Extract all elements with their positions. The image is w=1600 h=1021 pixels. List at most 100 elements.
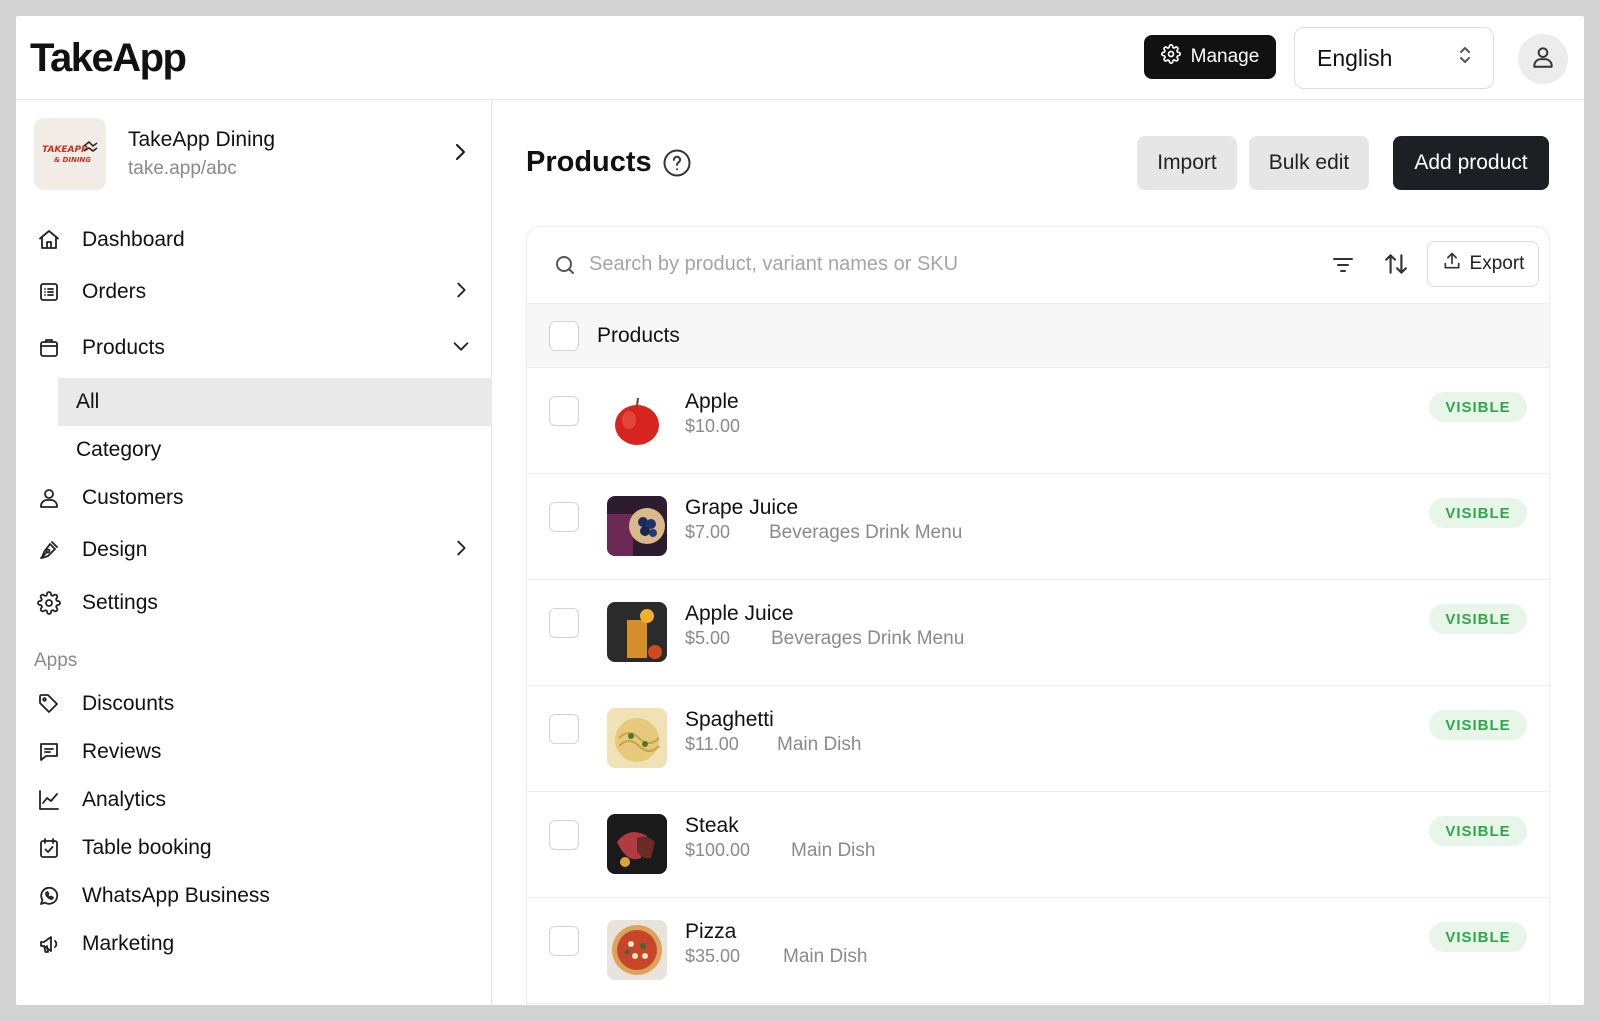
chevron-right-icon bbox=[448, 140, 472, 169]
user-avatar[interactable] bbox=[1518, 34, 1568, 84]
product-name: Apple Juice bbox=[685, 602, 794, 625]
product-category: Main Dish bbox=[783, 946, 868, 967]
search-bar: Search by product, variant names or SKU … bbox=[527, 227, 1549, 304]
sidebar-item-marketing[interactable]: Marketing bbox=[16, 922, 492, 966]
product-name: Apple bbox=[685, 390, 739, 413]
product-price: $10.00 bbox=[685, 416, 741, 436]
status-badge: VISIBLE bbox=[1429, 710, 1527, 740]
sidebar-subitem-all[interactable]: All bbox=[58, 378, 492, 426]
product-price: $5.00 bbox=[685, 628, 731, 648]
select-all-checkbox[interactable] bbox=[549, 321, 579, 351]
chevron-right-icon bbox=[450, 279, 472, 306]
sidebar-item-table-booking[interactable]: Table booking bbox=[16, 826, 492, 870]
megaphone-icon bbox=[36, 931, 62, 957]
product-price: $7.00 bbox=[685, 522, 731, 542]
sidebar-item-label: Analytics bbox=[82, 788, 167, 811]
export-label: Export bbox=[1469, 253, 1525, 274]
status-badge: VISIBLE bbox=[1429, 392, 1527, 422]
product-price: $11.00 bbox=[685, 734, 739, 754]
sidebar-item-design[interactable]: Design bbox=[16, 528, 492, 572]
product-category: Beverages Drink Menu bbox=[769, 522, 963, 543]
product-row[interactable]: Apple Juice $5.00 Beverages Drink Menu V… bbox=[527, 580, 1549, 686]
export-button[interactable]: Export bbox=[1427, 241, 1539, 287]
row-checkbox[interactable] bbox=[549, 926, 579, 956]
user-icon bbox=[1530, 44, 1556, 75]
product-name: Steak bbox=[685, 814, 739, 837]
home-icon bbox=[36, 227, 62, 253]
sort-icon[interactable] bbox=[1383, 251, 1409, 282]
products-card: Search by product, variant names or SKU … bbox=[526, 226, 1550, 1005]
whatsapp-icon bbox=[36, 883, 62, 909]
import-button[interactable]: Import bbox=[1137, 136, 1237, 190]
sidebar-item-label: Design bbox=[82, 538, 148, 561]
filter-icon[interactable] bbox=[1331, 253, 1355, 282]
language-value: English bbox=[1317, 44, 1393, 71]
sidebar-item-settings[interactable]: Settings bbox=[16, 581, 492, 625]
product-row[interactable]: Steak $100.00 Main Dish VISIBLE bbox=[527, 792, 1549, 898]
status-badge: VISIBLE bbox=[1429, 604, 1527, 634]
row-checkbox[interactable] bbox=[549, 608, 579, 638]
list-header: Products bbox=[527, 304, 1549, 368]
sidebar-item-label: Table booking bbox=[82, 836, 212, 859]
row-checkbox[interactable] bbox=[549, 820, 579, 850]
svg-text:TAKEAPP: TAKEAPP bbox=[42, 145, 88, 155]
top-bar: TakeApp Manage English bbox=[16, 16, 1584, 100]
upload-icon bbox=[1442, 251, 1462, 277]
language-select[interactable]: English bbox=[1294, 27, 1494, 89]
svg-text:& DINING: & DINING bbox=[54, 156, 91, 164]
tag-icon bbox=[36, 691, 62, 717]
product-price: $35.00 bbox=[685, 946, 741, 966]
sidebar-item-label: Orders bbox=[82, 280, 147, 303]
products-icon bbox=[36, 335, 62, 361]
sidebar-item-whatsapp-business[interactable]: WhatsApp Business bbox=[16, 874, 492, 918]
app-window: TakeApp Manage English TAKEAPP & DINING … bbox=[16, 16, 1584, 1005]
status-badge: VISIBLE bbox=[1429, 816, 1527, 846]
product-row[interactable]: Apple $10.00 VISIBLE bbox=[527, 368, 1549, 474]
store-url: take.app/abc bbox=[128, 158, 237, 179]
sidebar-item-label: Customers bbox=[82, 486, 184, 509]
product-category: Main Dish bbox=[791, 840, 876, 861]
row-checkbox[interactable] bbox=[549, 396, 579, 426]
row-checkbox[interactable] bbox=[549, 502, 579, 532]
store-switcher[interactable]: TAKEAPP & DINING TakeApp Dining take.app… bbox=[34, 118, 474, 190]
product-category: Beverages Drink Menu bbox=[771, 628, 965, 649]
chevron-right-icon bbox=[450, 537, 472, 564]
sidebar: TAKEAPP & DINING TakeApp Dining take.app… bbox=[16, 100, 492, 1005]
app-logo[interactable]: TakeApp bbox=[30, 36, 187, 81]
product-name: Grape Juice bbox=[685, 496, 799, 519]
help-icon[interactable] bbox=[662, 148, 692, 183]
store-logo: TAKEAPP & DINING bbox=[34, 118, 106, 190]
sidebar-subitem-category[interactable]: Category bbox=[58, 426, 492, 474]
chevron-up-down-icon bbox=[1457, 44, 1473, 72]
product-name: Spaghetti bbox=[685, 708, 774, 731]
sidebar-item-reviews[interactable]: Reviews bbox=[16, 730, 492, 774]
calendar-icon bbox=[36, 835, 62, 861]
product-row[interactable]: Grape Juice $7.00 Beverages Drink Menu V… bbox=[527, 474, 1549, 580]
store-name: TakeApp Dining bbox=[128, 128, 276, 151]
sidebar-item-products[interactable]: Products bbox=[16, 326, 492, 370]
status-badge: VISIBLE bbox=[1429, 498, 1527, 528]
manage-button[interactable]: Manage bbox=[1144, 35, 1276, 79]
product-image bbox=[607, 814, 667, 874]
sidebar-item-label: Discounts bbox=[82, 692, 175, 715]
apps-section-label: Apps bbox=[34, 650, 78, 671]
product-image bbox=[607, 390, 667, 450]
pen-icon bbox=[36, 537, 62, 563]
status-badge: VISIBLE bbox=[1429, 922, 1527, 952]
product-row[interactable]: Pizza $35.00 Main Dish VISIBLE bbox=[527, 898, 1549, 1004]
gear-icon bbox=[1160, 44, 1181, 70]
sidebar-item-label: Products bbox=[82, 336, 165, 359]
sidebar-item-analytics[interactable]: Analytics bbox=[16, 778, 492, 822]
row-checkbox[interactable] bbox=[549, 714, 579, 744]
product-row[interactable]: Spaghetti $11.00 Main Dish VISIBLE bbox=[527, 686, 1549, 792]
product-image bbox=[607, 602, 667, 662]
search-input[interactable]: Search by product, variant names or SKU bbox=[589, 253, 958, 276]
sidebar-item-discounts[interactable]: Discounts bbox=[16, 682, 492, 726]
add-product-button[interactable]: Add product bbox=[1393, 136, 1549, 190]
product-category: Main Dish bbox=[777, 734, 862, 755]
bulk-edit-button[interactable]: Bulk edit bbox=[1249, 136, 1369, 190]
sidebar-item-dashboard[interactable]: Dashboard bbox=[16, 218, 492, 262]
sidebar-item-customers[interactable]: Customers bbox=[16, 476, 492, 520]
sidebar-item-orders[interactable]: Orders bbox=[16, 270, 492, 314]
page-title: Products bbox=[526, 146, 652, 178]
